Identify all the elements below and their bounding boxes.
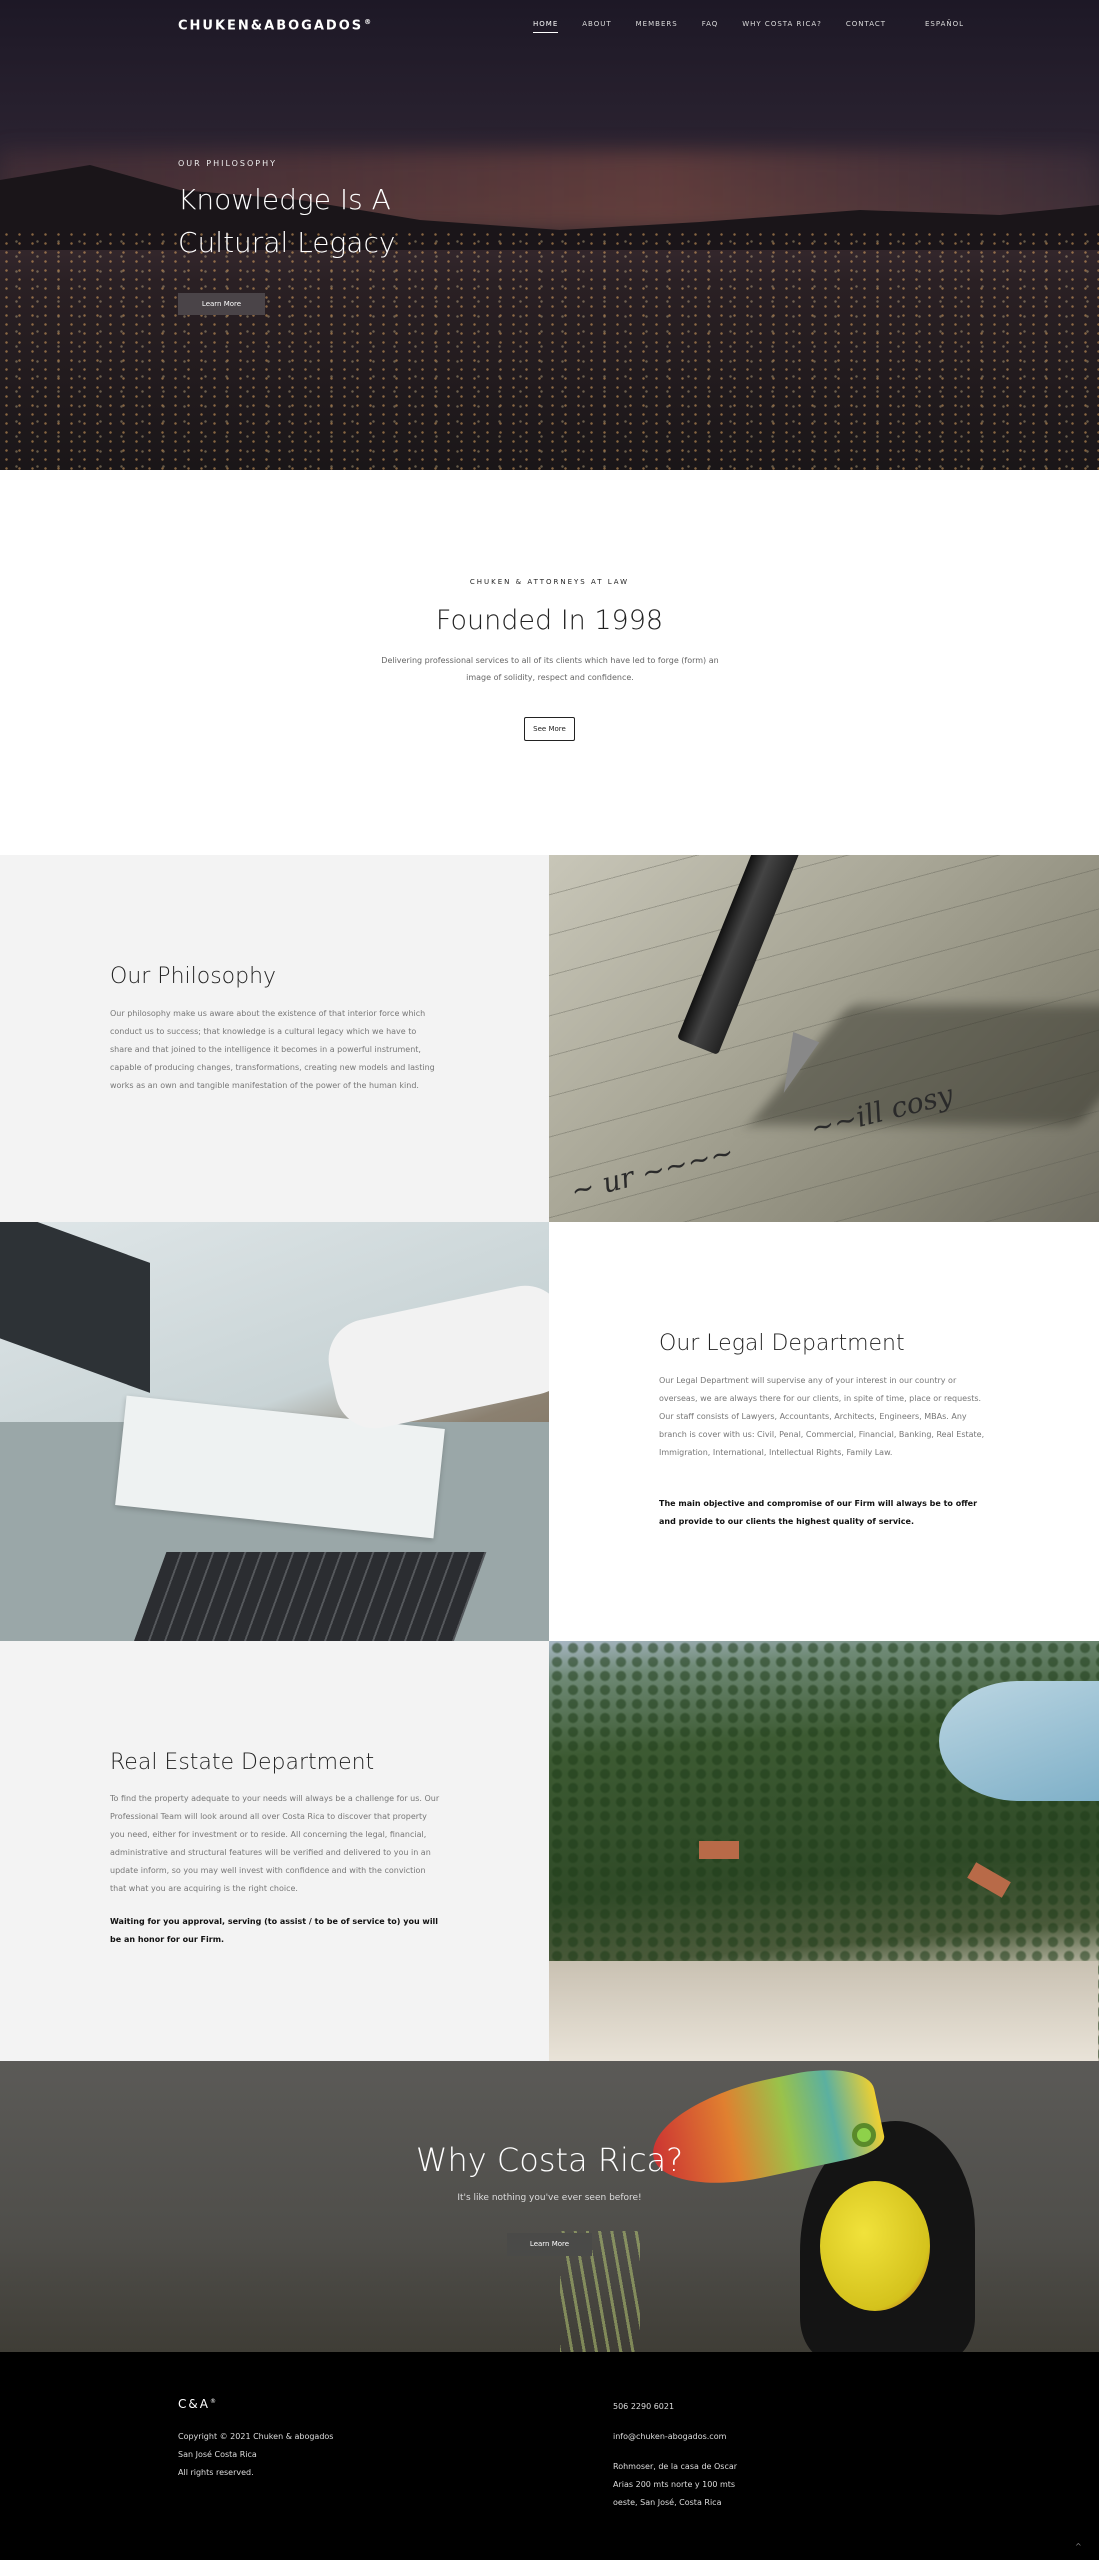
back-to-top-icon[interactable]: ^ xyxy=(1075,2542,1082,2551)
nav-item-members[interactable]: MEMBERS xyxy=(636,20,678,33)
nav-item-faq[interactable]: FAQ xyxy=(702,20,719,33)
see-more-button[interactable]: See More xyxy=(524,717,575,741)
why-subtitle: It's like nothing you've ever seen befor… xyxy=(457,2193,642,2203)
footer-address-line-2: Arias 200 mts norte y 100 mts xyxy=(613,2480,736,2489)
sand xyxy=(549,1961,1098,2061)
nav-item-contact[interactable]: CONTACT xyxy=(846,20,886,33)
house-roof xyxy=(699,1841,739,1859)
footer-address-line-1: Rohmoser, de la casa de Oscar xyxy=(613,2462,738,2471)
hero-section: OUR PHILOSOPHY Knowledge Is A Cultural L… xyxy=(0,0,1099,470)
laptop-desk-image xyxy=(0,1222,549,1641)
footer-copyright: Copyright © 2021 Chuken & abogados xyxy=(178,2432,334,2441)
footer-city: San José Costa Rica xyxy=(178,2450,257,2459)
philosophy-text: Our philosophy make us aware about the e… xyxy=(110,1009,435,1090)
footer-logo-text: C&A xyxy=(178,2397,210,2411)
footer-rights: All rights reserved. xyxy=(178,2468,254,2477)
why-costa-rica-section: Why Costa Rica? It's like nothing you've… xyxy=(0,2061,1099,2352)
founded-kicker: CHUKEN & ATTORNEYS AT LAW xyxy=(469,578,630,586)
site-logo[interactable]: CHUKEN&ABOGADOS® xyxy=(178,18,373,33)
footer-email[interactable]: info@chuken-abogados.com xyxy=(613,2428,726,2446)
nav-item-about[interactable]: ABOUT xyxy=(582,20,611,33)
legal-text: Our Legal Department will supervise any … xyxy=(659,1376,985,1457)
founded-title: Founded In 1998 xyxy=(435,605,664,636)
language-switch[interactable]: ESPAÑOL xyxy=(925,20,964,28)
footer-logo[interactable]: C&A® xyxy=(178,2397,218,2411)
laptop-keyboard xyxy=(133,1552,487,1641)
hero-learn-more-button[interactable]: Learn More xyxy=(178,293,265,315)
registered-mark: ® xyxy=(364,18,374,26)
why-learn-more-button[interactable]: Learn More xyxy=(507,2233,592,2256)
real-estate-highlight: Waiting for you approval, serving (to as… xyxy=(110,1917,439,1944)
real-estate-text-panel: Real Estate Department To find the prope… xyxy=(0,1641,549,2061)
hero-eyebrow: OUR PHILOSOPHY xyxy=(178,159,278,168)
nav-item-home[interactable]: HOME xyxy=(533,20,559,33)
footer-address-line-3: oeste, San José, Costa Rica xyxy=(613,2498,722,2507)
registered-mark: ® xyxy=(209,2398,218,2405)
legal-text-panel: Our Legal Department Our Legal Departmen… xyxy=(549,1222,1099,1641)
legal-title: Our Legal Department xyxy=(659,1331,905,1356)
philosophy-title: Our Philosophy xyxy=(110,964,277,989)
top-nav: CHUKEN&ABOGADOS® HOME ABOUT MEMBERS FAQ … xyxy=(0,0,1099,50)
founded-section: CHUKEN & ATTORNEYS AT LAW Founded In 199… xyxy=(0,470,1099,855)
beach-aerial-image xyxy=(549,1641,1099,2061)
real-estate-text: To find the property adequate to your ne… xyxy=(110,1794,440,1893)
nav-item-why-costa-rica[interactable]: WHY COSTA RICA? xyxy=(742,20,822,33)
footer: C&A® Copyright © 2021 Chuken & abogados … xyxy=(0,2352,1099,2560)
legal-highlight: The main objective and compromise of our… xyxy=(659,1499,978,1526)
shirt-sleeve xyxy=(321,1278,549,1436)
philosophy-section: Our Philosophy Our philosophy make us aw… xyxy=(0,855,1099,1222)
city-lights xyxy=(0,230,1099,470)
laptop-screen xyxy=(0,1222,150,1393)
logo-text: CHUKEN&ABOGADOS xyxy=(178,18,364,34)
philosophy-text-panel: Our Philosophy Our philosophy make us aw… xyxy=(0,855,549,1222)
sea xyxy=(939,1681,1099,1801)
legal-section: Our Legal Department Our Legal Departmen… xyxy=(0,1222,1099,1641)
main-menu: HOME ABOUT MEMBERS FAQ WHY COSTA RICA? C… xyxy=(533,20,910,33)
real-estate-title: Real Estate Department xyxy=(110,1750,375,1775)
founded-text: Delivering professional services to all … xyxy=(381,656,719,682)
real-estate-section: Real Estate Department To find the prope… xyxy=(0,1641,1099,2061)
why-title: Why Costa Rica? xyxy=(415,2141,684,2179)
footer-phone[interactable]: 506 2290 6021 xyxy=(613,2398,674,2416)
fountain-pen-image: ~~ill cosy ~ ur ~~~~ xyxy=(549,855,1099,1222)
hero-title: Knowledge Is A Cultural Legacy xyxy=(178,183,396,259)
